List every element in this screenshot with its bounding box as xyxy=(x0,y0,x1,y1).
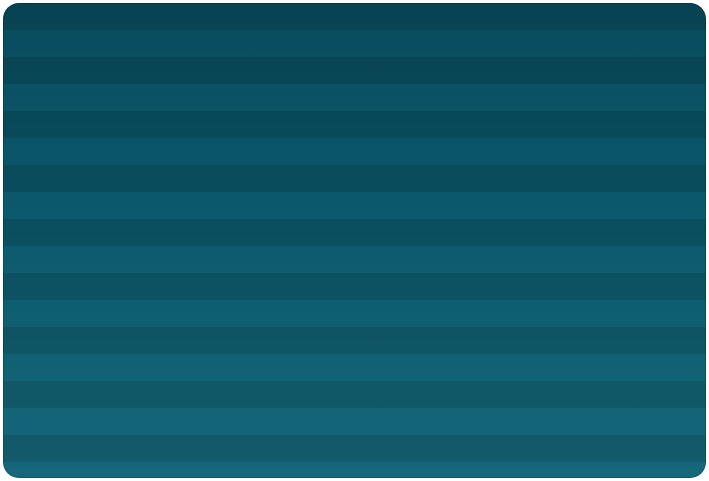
striped-panel xyxy=(3,3,706,478)
